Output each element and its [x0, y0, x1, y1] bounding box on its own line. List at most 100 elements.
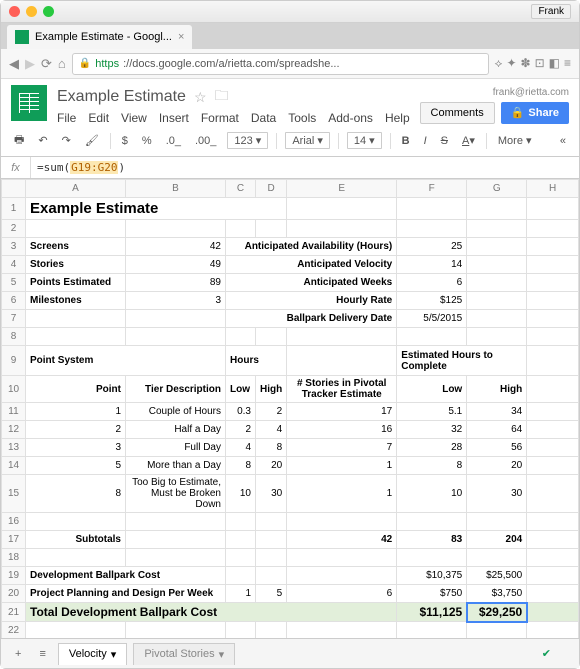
cell[interactable]: 20 — [467, 457, 527, 475]
col-header-d[interactable]: D — [256, 180, 287, 198]
menu-edit[interactable]: Edit — [88, 111, 109, 125]
cell[interactable]: Points Estimated — [26, 274, 126, 292]
row-header[interactable]: 1 — [2, 198, 26, 220]
collapse-toolbar-icon[interactable]: « — [557, 133, 569, 149]
cell[interactable]: 49 — [126, 256, 226, 274]
cell[interactable]: High — [467, 376, 527, 403]
font-select[interactable]: Arial▾ — [285, 132, 330, 149]
row-header[interactable]: 14 — [2, 457, 26, 475]
cell[interactable]: $750 — [397, 585, 467, 603]
cell[interactable]: 42 — [126, 238, 226, 256]
cell[interactable]: Low — [226, 376, 256, 403]
cell[interactable]: 8 — [26, 475, 126, 513]
star-icon[interactable]: ☆ — [194, 89, 207, 106]
undo-icon[interactable]: ↶ — [35, 132, 50, 149]
currency-button[interactable]: $ — [119, 133, 131, 149]
cell[interactable]: 5 — [26, 457, 126, 475]
cell[interactable]: 7 — [287, 439, 397, 457]
cell[interactable]: 10 — [226, 475, 256, 513]
cell[interactable]: 3 — [126, 292, 226, 310]
cell[interactable]: # Stories in Pivotal Tracker Estimate — [287, 376, 397, 403]
cell[interactable]: 5.1 — [397, 403, 467, 421]
row-header[interactable]: 4 — [2, 256, 26, 274]
col-header-b[interactable]: B — [126, 180, 226, 198]
number-format-select[interactable]: 123▾ — [227, 132, 268, 149]
ext-icon-3[interactable]: ✽ — [521, 56, 531, 71]
close-window-icon[interactable] — [9, 6, 20, 17]
cell[interactable]: 4 — [256, 421, 287, 439]
cell[interactable]: 204 — [467, 531, 527, 549]
reload-button[interactable]: ⟳ — [41, 56, 52, 72]
row-header[interactable]: 21 — [2, 603, 26, 622]
cell[interactable]: Low — [397, 376, 467, 403]
row-header[interactable]: 17 — [2, 531, 26, 549]
forward-button[interactable]: ▶ — [25, 56, 35, 72]
add-sheet-button[interactable]: + — [9, 645, 27, 663]
text-color-button[interactable]: A▾ — [459, 132, 478, 149]
cell[interactable]: 2 — [226, 421, 256, 439]
cell[interactable]: Stories — [26, 256, 126, 274]
col-header-f[interactable]: F — [397, 180, 467, 198]
cell[interactable]: 56 — [467, 439, 527, 457]
cell[interactable]: 32 — [397, 421, 467, 439]
ext-icon-5[interactable]: ◧ — [549, 56, 560, 71]
mac-user-button[interactable]: Frank — [531, 4, 571, 19]
menu-format[interactable]: Format — [201, 111, 239, 125]
cell[interactable]: 17 — [287, 403, 397, 421]
cell[interactable]: 28 — [397, 439, 467, 457]
cell[interactable]: Milestones — [26, 292, 126, 310]
menu-file[interactable]: File — [57, 111, 76, 125]
close-tab-icon[interactable]: × — [178, 31, 184, 43]
cell[interactable]: 8 — [256, 439, 287, 457]
doc-title[interactable]: Example Estimate — [57, 88, 186, 106]
cell[interactable]: 1 — [226, 585, 256, 603]
cell[interactable]: 6 — [287, 585, 397, 603]
cell[interactable]: Anticipated Weeks — [226, 274, 397, 292]
cell[interactable]: 64 — [467, 421, 527, 439]
cell[interactable]: 6 — [397, 274, 467, 292]
col-header-h[interactable]: H — [527, 180, 579, 198]
url-input[interactable]: 🔒 https://docs.google.com/a/rietta.com/s… — [72, 53, 489, 75]
corner-cell[interactable] — [2, 180, 26, 198]
row-header[interactable]: 16 — [2, 513, 26, 531]
home-button[interactable]: ⌂ — [58, 56, 66, 71]
menu-addons[interactable]: Add-ons — [328, 111, 373, 125]
row-header[interactable]: 20 — [2, 585, 26, 603]
cell[interactable]: 16 — [287, 421, 397, 439]
cell[interactable]: Couple of Hours — [126, 403, 226, 421]
browser-tab[interactable]: Example Estimate - Googl... × — [7, 25, 192, 49]
cell[interactable]: Full Day — [126, 439, 226, 457]
menu-icon[interactable]: ≡ — [564, 56, 571, 71]
maximize-window-icon[interactable] — [43, 6, 54, 17]
cell[interactable]: 0.3 — [226, 403, 256, 421]
cell[interactable]: $125 — [397, 292, 467, 310]
font-size-select[interactable]: 14▾ — [347, 132, 382, 149]
decrease-decimal-button[interactable]: .0_ — [163, 133, 184, 149]
row-header[interactable]: 15 — [2, 475, 26, 513]
cell[interactable]: 30 — [467, 475, 527, 513]
row-header[interactable]: 12 — [2, 421, 26, 439]
row-header[interactable]: 3 — [2, 238, 26, 256]
row-header[interactable]: 7 — [2, 310, 26, 328]
cell[interactable]: Screens — [26, 238, 126, 256]
cell[interactable]: Anticipated Velocity — [226, 256, 397, 274]
spreadsheet-grid[interactable]: A B C D E F G H 1Example Estimate 2 3Scr… — [1, 179, 579, 639]
row-header[interactable]: 22 — [2, 622, 26, 640]
share-button[interactable]: 🔒Share — [501, 102, 569, 124]
cell[interactable]: 2 — [26, 421, 126, 439]
cell[interactable]: 2 — [256, 403, 287, 421]
cell[interactable]: More than a Day — [126, 457, 226, 475]
cell[interactable]: Point — [26, 376, 126, 403]
increase-decimal-button[interactable]: .00_ — [192, 133, 219, 149]
cell[interactable]: 1 — [26, 403, 126, 421]
cell[interactable]: Total Development Ballpark Cost — [26, 603, 397, 622]
col-header-g[interactable]: G — [467, 180, 527, 198]
cell[interactable]: 4 — [226, 439, 256, 457]
cell[interactable]: Half a Day — [126, 421, 226, 439]
row-header[interactable]: 6 — [2, 292, 26, 310]
ext-icon-1[interactable]: ⟡ — [495, 56, 503, 71]
cell[interactable]: 8 — [397, 457, 467, 475]
cell[interactable]: 20 — [256, 457, 287, 475]
cell[interactable]: 1 — [287, 457, 397, 475]
cell[interactable]: 5 — [256, 585, 287, 603]
